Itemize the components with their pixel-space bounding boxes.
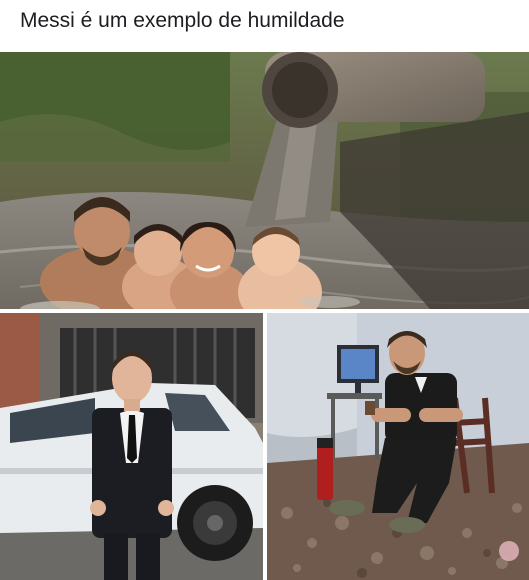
photo-family-river[interactable] xyxy=(0,52,529,309)
photo-suit-car[interactable] xyxy=(0,313,263,580)
post-caption: Messi é um exemplo de humildade xyxy=(20,9,345,32)
photo-rubble-room[interactable] xyxy=(267,313,529,580)
family-river-illustration xyxy=(0,52,529,309)
rubble-room-illustration xyxy=(267,313,529,580)
suit-car-illustration xyxy=(0,313,263,580)
